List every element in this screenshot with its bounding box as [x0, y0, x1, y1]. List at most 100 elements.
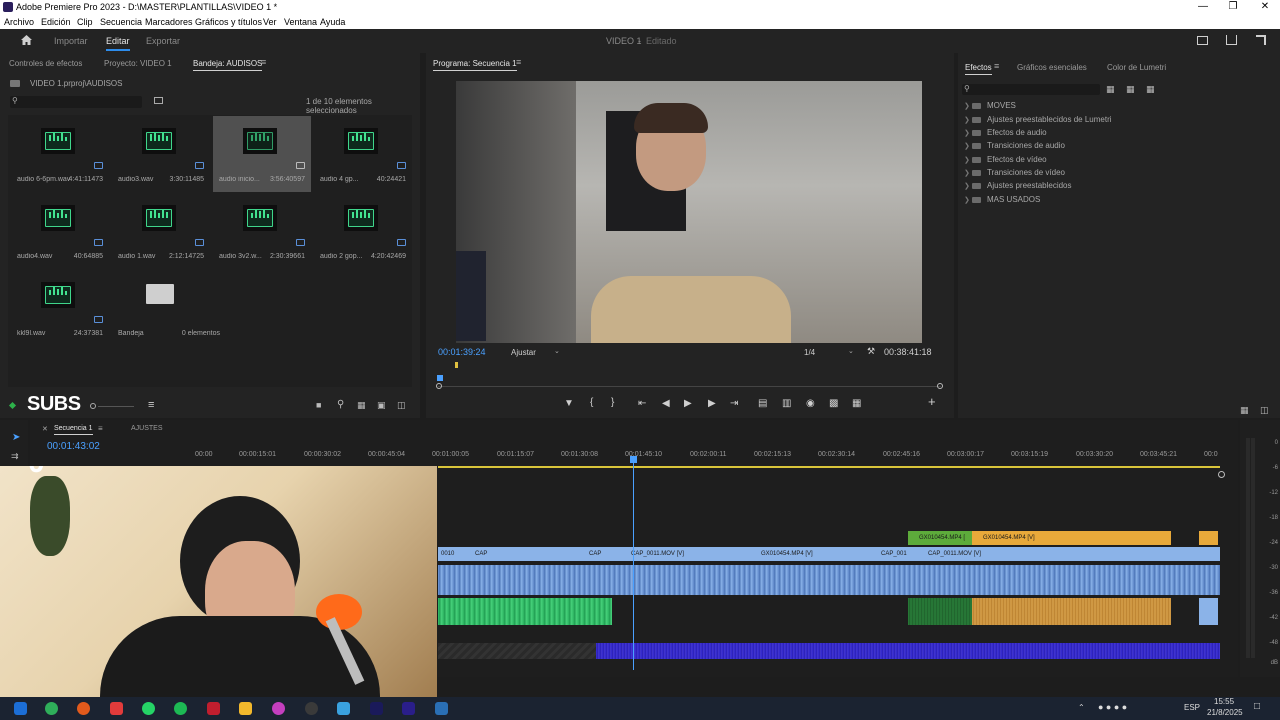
- home-icon[interactable]: [20, 34, 33, 46]
- fit-dropdown[interactable]: Ajustar: [511, 348, 536, 357]
- wrench-icon[interactable]: ⚒: [867, 346, 875, 357]
- mark-in-icon[interactable]: {: [590, 398, 593, 408]
- tab-programa[interactable]: Programa: Secuencia 1: [433, 59, 517, 71]
- automate-icon[interactable]: ■: [316, 400, 321, 410]
- effects-search-input[interactable]: ⚲: [962, 84, 1100, 95]
- audio-track-a3-purple[interactable]: [596, 643, 1220, 659]
- minimize-button[interactable]: —: [1188, 0, 1218, 15]
- language-indicator[interactable]: ESP: [1184, 703, 1200, 712]
- effects-folder-video-transitions[interactable]: ❯ Transiciones de vídeo: [964, 168, 1065, 177]
- audio-track-a1[interactable]: [438, 565, 1220, 595]
- clock-date[interactable]: 21/8/2025: [1207, 708, 1243, 717]
- effects-folder-presets[interactable]: ❯ Ajustes preestablecidos: [964, 181, 1072, 190]
- close-button[interactable]: ✕: [1250, 0, 1280, 15]
- browser-icon[interactable]: [45, 702, 58, 715]
- program-timecode[interactable]: 00:01:39:24: [438, 347, 486, 357]
- bin-item[interactable]: kkl9l.wav 24:37381: [11, 270, 109, 346]
- zoom-slider-handle[interactable]: [90, 403, 96, 409]
- audio-track-a2-end[interactable]: [1199, 598, 1218, 625]
- clock-time[interactable]: 15:55: [1214, 697, 1234, 706]
- sort-icon[interactable]: ≡: [148, 399, 154, 411]
- effects-folder-moves[interactable]: ❯ MOVES: [964, 101, 1016, 110]
- new-bin-icon[interactable]: [154, 97, 163, 104]
- tab-secuencia-1[interactable]: Secuencia 1: [54, 425, 93, 435]
- vr-icon[interactable]: ▦: [852, 399, 861, 409]
- app-icon[interactable]: [272, 702, 285, 715]
- pencil-icon[interactable]: [8, 401, 17, 410]
- panel-menu-icon[interactable]: ≡: [98, 424, 103, 433]
- tab-importar[interactable]: Importar: [54, 36, 88, 46]
- app-icon[interactable]: [207, 702, 220, 715]
- zoom-slider[interactable]: [98, 406, 134, 407]
- chevron-down-icon[interactable]: ⌄: [554, 347, 560, 355]
- share-icon[interactable]: [1226, 35, 1237, 45]
- bin-item[interactable]: audio3.wav 3:30:11485: [112, 116, 210, 192]
- tab-color-lumetri[interactable]: Color de Lumetri: [1107, 63, 1166, 72]
- timeline-timecode[interactable]: 00:01:43:02: [47, 441, 100, 452]
- effects-folder-video-effects[interactable]: ❯ Efectos de vídeo: [964, 155, 1047, 164]
- step-forward-icon[interactable]: ▶: [708, 399, 716, 409]
- camera-icon[interactable]: ◉: [806, 399, 815, 409]
- file-explorer-icon[interactable]: [239, 702, 252, 715]
- go-to-in-icon[interactable]: ⇤: [638, 399, 646, 409]
- menu-archivo[interactable]: Archivo: [4, 17, 34, 27]
- scroll-handle-left[interactable]: [436, 383, 442, 389]
- effects-folder-mas-usados[interactable]: ❯ MAS USADOS: [964, 195, 1040, 204]
- step-back-icon[interactable]: ◀: [662, 399, 670, 409]
- accelerated-effects-icon[interactable]: ▦: [1106, 84, 1115, 95]
- effects-folder-lumetri[interactable]: ❯ Ajustes preestablecidos de Lumetri: [964, 115, 1112, 124]
- new-item-button[interactable]: ▣: [377, 400, 386, 411]
- playhead-handle[interactable]: [630, 456, 637, 463]
- audio-track-a2-dark[interactable]: [908, 598, 972, 625]
- premiere-icon[interactable]: [370, 702, 383, 715]
- yuv-effects-icon[interactable]: ▦: [1146, 84, 1155, 95]
- tray-chevron-icon[interactable]: ⌃: [1078, 703, 1085, 712]
- bin-item[interactable]: audio 3v2.w... 2:30:39661: [213, 193, 311, 269]
- clip-v2-end[interactable]: [1199, 531, 1218, 545]
- steam-icon[interactable]: [435, 702, 448, 715]
- spotify-icon[interactable]: [174, 702, 187, 715]
- work-area-bar[interactable]: [438, 466, 1220, 468]
- bin-folder-item[interactable]: Bandeja 0 elementos: [112, 270, 220, 346]
- tab-controles-efectos[interactable]: Controles de efectos: [9, 59, 82, 68]
- tab-graficos-esenciales[interactable]: Gráficos esenciales: [1017, 63, 1087, 72]
- menu-ayuda[interactable]: Ayuda: [320, 17, 345, 27]
- premiere-icon[interactable]: [402, 702, 415, 715]
- scrub-bar[interactable]: [438, 386, 941, 387]
- add-button-icon[interactable]: +: [928, 395, 936, 408]
- go-to-out-icon[interactable]: ⇥: [730, 399, 738, 409]
- panel-menu-icon[interactable]: ≡: [516, 57, 521, 67]
- extract-icon[interactable]: ▥: [782, 399, 791, 409]
- bin-item-selected[interactable]: audio inicio... 3:56:40597: [213, 116, 311, 192]
- tab-editar[interactable]: Editar: [106, 36, 130, 51]
- scroll-handle-right[interactable]: [937, 383, 943, 389]
- close-icon[interactable]: ✕: [42, 425, 48, 433]
- tab-ajustes[interactable]: AJUSTES: [131, 425, 163, 432]
- mark-out-icon[interactable]: }: [611, 398, 614, 408]
- whatsapp-icon[interactable]: [142, 702, 155, 715]
- workspaces-icon[interactable]: [1197, 36, 1208, 45]
- tray-icons[interactable]: ● ● ● ●: [1098, 702, 1127, 712]
- playhead-line[interactable]: [633, 460, 634, 670]
- new-bin-button[interactable]: ▦: [357, 400, 366, 411]
- firefox-icon[interactable]: [77, 702, 90, 715]
- menu-ver[interactable]: Ver: [263, 17, 277, 27]
- notification-icon[interactable]: □: [1254, 701, 1260, 712]
- fullscreen-icon[interactable]: [1256, 35, 1266, 45]
- trash-icon[interactable]: ◫: [397, 400, 406, 411]
- bin-item[interactable]: audio 4 gp... 40:24421: [314, 116, 412, 192]
- audio-track-a2-orange[interactable]: [972, 598, 1171, 625]
- play-icon[interactable]: ▶: [684, 399, 692, 409]
- bin-item[interactable]: audio 2 gop... 4:20:42469: [314, 193, 412, 269]
- lift-icon[interactable]: ▤: [758, 399, 767, 409]
- obs-icon[interactable]: [305, 702, 318, 715]
- menu-edicion[interactable]: Edición: [41, 17, 71, 27]
- track-select-icon[interactable]: ⇉: [11, 451, 19, 462]
- menu-ventana[interactable]: Ventana: [284, 17, 317, 27]
- tab-bandeja[interactable]: Bandeja: AUDISOS: [193, 59, 263, 71]
- effects-folder-audio-effects[interactable]: ❯ Efectos de audio: [964, 128, 1047, 137]
- tab-efectos[interactable]: Efectos: [965, 63, 992, 75]
- menu-clip[interactable]: Clip: [77, 17, 93, 27]
- chevron-down-icon[interactable]: ⌄: [848, 347, 854, 355]
- windows-start-icon[interactable]: [14, 702, 27, 715]
